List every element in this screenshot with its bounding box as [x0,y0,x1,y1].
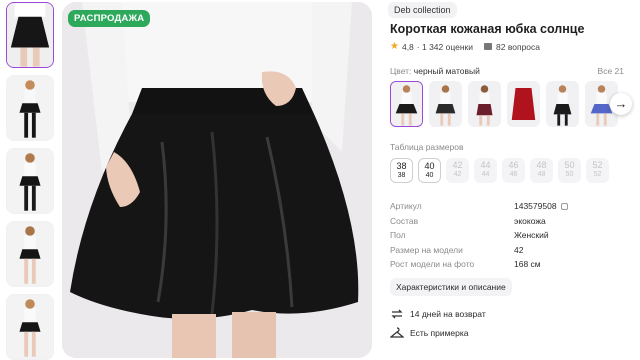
thumbnail-1[interactable] [6,2,54,68]
all-colors-link[interactable]: Все 21 [598,66,624,76]
size-option-unavailable[interactable]: 42 42 [446,158,469,183]
spec-key: Рост модели на фото [390,259,475,270]
size-list: 38 38 40 40 42 42 44 44 46 46 48 48 50 50 52 52 [390,158,609,183]
color-swatches [390,81,618,127]
size-label: 40 [424,161,435,171]
rating-value: 4,8 [401,41,414,52]
main-product-image[interactable]: РАСПРОДАЖА [62,2,372,358]
spec-key: Артикул [390,201,422,212]
star-icon: ★ [390,41,399,52]
reviews-count[interactable]: · 1 342 оценки [417,42,473,52]
size-sublabel: 50 [565,171,574,178]
spec-value: 168 см [514,259,541,270]
spec-value: экокожа [514,215,546,226]
spec-row: Рост модели на фото 168 см [390,257,620,272]
swatch-burgundy[interactable] [468,81,501,127]
spec-row: Пол Женский [390,228,620,243]
sale-badge: РАСПРОДАЖА [68,10,151,27]
size-sublabel: 46 [509,171,518,178]
copy-icon[interactable] [560,202,568,210]
size-option-unavailable[interactable]: 50 50 [558,158,581,183]
swatch-red[interactable] [507,81,540,127]
spec-row: Состав экокожа [390,214,620,229]
spec-key: Состав [390,215,419,226]
thumbnail-5[interactable] [6,294,54,360]
return-policy[interactable]: 14 дней на возврат [390,308,486,320]
size-label: 44 [480,160,491,170]
spec-value: 42 [514,244,524,255]
size-sublabel: 52 [593,171,602,178]
size-label: 42 [452,160,463,170]
thumbnail-3[interactable] [6,148,54,214]
thumbnail-4[interactable] [6,221,54,287]
size-label: 50 [564,160,575,170]
size-option-unavailable[interactable]: 52 52 [586,158,609,183]
color-row: Цвет: черный матовый Все 21 [390,66,630,76]
fitting-info[interactable]: Есть примерка [390,327,469,339]
spec-value: Женский [514,230,549,241]
color-value: черный матовый [413,66,480,76]
swatch-black[interactable] [429,81,462,127]
size-sublabel: 40 [425,172,434,179]
return-arrows-icon [391,309,403,319]
size-table-link[interactable]: Таблица размеров [390,142,464,152]
thumbnail-2[interactable] [6,75,54,141]
characteristics-button[interactable]: Характеристики и описание [390,278,512,296]
swatch-black-2[interactable] [546,81,579,127]
size-label: 38 [396,161,407,171]
question-icon [484,43,493,50]
size-option[interactable]: 38 38 [390,158,413,183]
specs-table: Артикул 143579508 Состав экокожа Пол Женски… [390,199,620,272]
fitting-label: Есть примерка [410,328,469,338]
size-label: 52 [592,160,603,170]
spec-key: Пол [390,230,406,241]
arrow-right-icon: → [614,96,628,111]
size-label: 48 [536,160,547,170]
size-option-unavailable[interactable]: 48 48 [530,158,553,183]
hanger-icon [390,327,404,338]
brand-link[interactable]: Deb collection [388,2,457,18]
thumbnail-list [6,2,58,360]
swatches-next-button[interactable]: → [610,93,632,115]
size-sublabel: 48 [537,171,546,178]
rating-row: ★ 4,8 · 1 342 оценки 82 вопроса [390,41,540,52]
size-sublabel: 44 [481,171,490,178]
questions-count[interactable]: 82 вопроса [496,42,540,52]
product-info: Deb collection Короткая кожаная юбка сол… [388,0,640,360]
size-sublabel: 38 [397,172,406,179]
color-label: Цвет: [390,66,412,76]
spec-row: Размер на модели 42 [390,243,620,258]
size-sublabel: 42 [453,171,462,178]
spec-key: Размер на модели [390,244,463,255]
swatch-black-matte[interactable] [390,81,423,127]
size-label: 46 [508,160,519,170]
spec-row: Артикул 143579508 [390,199,620,214]
return-policy-label: 14 дней на возврат [410,309,486,319]
size-option-unavailable[interactable]: 44 44 [474,158,497,183]
article-number: 143579508 [514,201,557,212]
size-option-unavailable[interactable]: 46 46 [502,158,525,183]
product-title: Короткая кожаная юбка солнце [390,22,585,36]
size-option[interactable]: 40 40 [418,158,441,183]
